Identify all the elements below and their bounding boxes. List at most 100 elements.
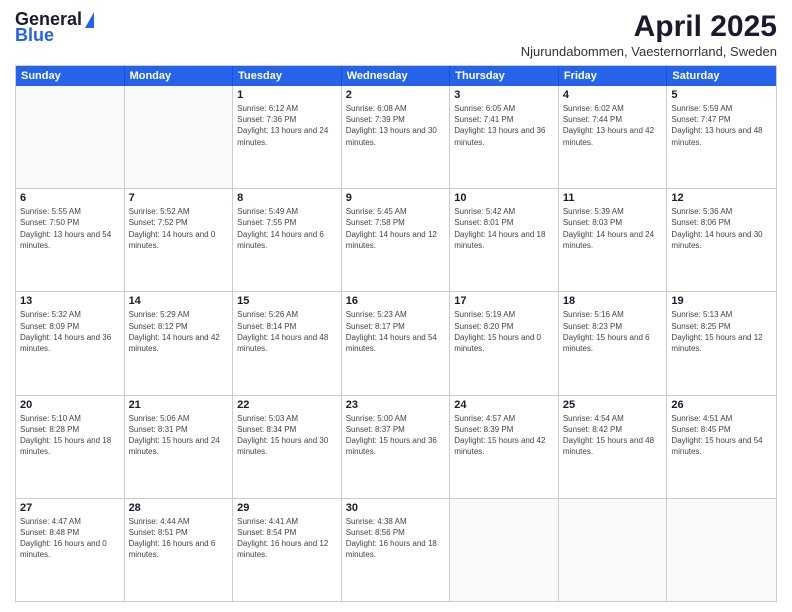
cell-date-number: 25 bbox=[563, 399, 663, 411]
calendar-cell-0-0 bbox=[16, 86, 125, 188]
cell-info-text: Sunrise: 5:39 AM Sunset: 8:03 PM Dayligh… bbox=[563, 206, 663, 251]
calendar-cell-4-3: 30 Sunrise: 4:38 AM Sunset: 8:56 PM Dayli… bbox=[342, 499, 451, 601]
cell-info-text: Sunrise: 6:02 AM Sunset: 7:44 PM Dayligh… bbox=[563, 103, 663, 148]
header-saturday: Saturday bbox=[667, 66, 776, 86]
cell-info-text: Sunrise: 4:44 AM Sunset: 8:51 PM Dayligh… bbox=[129, 516, 229, 561]
cell-date-number: 6 bbox=[20, 192, 120, 204]
cell-date-number: 16 bbox=[346, 295, 446, 307]
title-section: April 2025 Njurundabommen, Vaesternorrla… bbox=[521, 10, 777, 59]
cell-info-text: Sunrise: 4:51 AM Sunset: 8:45 PM Dayligh… bbox=[671, 413, 772, 458]
calendar-cell-4-6 bbox=[667, 499, 776, 601]
cell-date-number: 1 bbox=[237, 89, 337, 101]
calendar-cell-1-4: 10Sunrise: 5:42 AM Sunset: 8:01 PM Dayli… bbox=[450, 189, 559, 291]
page-subtitle: Njurundabommen, Vaesternorrland, Sweden bbox=[521, 44, 777, 59]
page-header: General Blue April 2025 Njurundabommen, … bbox=[15, 10, 777, 59]
cell-date-number: 8 bbox=[237, 192, 337, 204]
cell-date-number: 5 bbox=[671, 89, 772, 101]
cell-date-number: 11 bbox=[563, 192, 663, 204]
cell-info-text: Sunrise: 5:49 AM Sunset: 7:55 PM Dayligh… bbox=[237, 206, 337, 251]
cell-date-number: 30 bbox=[346, 502, 446, 514]
calendar-cell-0-6: 5 Sunrise: 5:59 AM Sunset: 7:47 PM Daylig… bbox=[667, 86, 776, 188]
cell-info-text: Sunrise: 5:00 AM Sunset: 8:37 PM Dayligh… bbox=[346, 413, 446, 458]
cell-info-text: Sunrise: 4:41 AM Sunset: 8:54 PM Dayligh… bbox=[237, 516, 337, 561]
header-tuesday: Tuesday bbox=[233, 66, 342, 86]
cell-info-text: Sunrise: 6:05 AM Sunset: 7:41 PM Dayligh… bbox=[454, 103, 554, 148]
cell-info-text: Sunrise: 5:03 AM Sunset: 8:34 PM Dayligh… bbox=[237, 413, 337, 458]
calendar-header: Sunday Monday Tuesday Wednesday Thursday… bbox=[16, 66, 776, 86]
cell-date-number: 23 bbox=[346, 399, 446, 411]
calendar-cell-1-2: 8 Sunrise: 5:49 AM Sunset: 7:55 PM Daylig… bbox=[233, 189, 342, 291]
cell-info-text: Sunrise: 5:32 AM Sunset: 8:09 PM Dayligh… bbox=[20, 309, 120, 354]
calendar-cell-0-4: 3 Sunrise: 6:05 AM Sunset: 7:41 PM Daylig… bbox=[450, 86, 559, 188]
cell-info-text: Sunrise: 5:59 AM Sunset: 7:47 PM Dayligh… bbox=[671, 103, 772, 148]
cell-date-number: 28 bbox=[129, 502, 229, 514]
cell-info-text: Sunrise: 4:54 AM Sunset: 8:42 PM Dayligh… bbox=[563, 413, 663, 458]
cell-info-text: Sunrise: 5:10 AM Sunset: 8:28 PM Dayligh… bbox=[20, 413, 120, 458]
cell-date-number: 22 bbox=[237, 399, 337, 411]
cell-date-number: 15 bbox=[237, 295, 337, 307]
calendar-cell-2-5: 18 Sunrise: 5:16 AM Sunset: 8:23 PM Dayli… bbox=[559, 292, 668, 394]
calendar-week-2: 6 Sunrise: 5:55 AM Sunset: 7:50 PM Daylig… bbox=[16, 189, 776, 292]
calendar-cell-1-1: 7 Sunrise: 5:52 AM Sunset: 7:52 PM Daylig… bbox=[125, 189, 234, 291]
cell-date-number: 27 bbox=[20, 502, 120, 514]
header-thursday: Thursday bbox=[450, 66, 559, 86]
cell-date-number: 29 bbox=[237, 502, 337, 514]
calendar-cell-3-4: 24Sunrise: 4:57 AM Sunset: 8:39 PM Dayli… bbox=[450, 396, 559, 498]
calendar-cell-1-6: 12 Sunrise: 5:36 AM Sunset: 8:06 PM Dayli… bbox=[667, 189, 776, 291]
cell-date-number: 4 bbox=[563, 89, 663, 101]
calendar-cell-4-2: 29 Sunrise: 4:41 AM Sunset: 8:54 PM Dayli… bbox=[233, 499, 342, 601]
calendar-cell-1-0: 6 Sunrise: 5:55 AM Sunset: 7:50 PM Daylig… bbox=[16, 189, 125, 291]
calendar-cell-2-0: 13 Sunrise: 5:32 AM Sunset: 8:09 PM Dayli… bbox=[16, 292, 125, 394]
cell-date-number: 14 bbox=[129, 295, 229, 307]
cell-date-number: 3 bbox=[454, 89, 554, 101]
cell-date-number: 13 bbox=[20, 295, 120, 307]
logo: General Blue bbox=[15, 10, 94, 44]
calendar-cell-0-1 bbox=[125, 86, 234, 188]
calendar-week-4: 20 Sunrise: 5:10 AM Sunset: 8:28 PM Dayli… bbox=[16, 396, 776, 499]
cell-info-text: Sunrise: 6:12 AM Sunset: 7:36 PM Dayligh… bbox=[237, 103, 337, 148]
calendar-cell-4-1: 28 Sunrise: 4:44 AM Sunset: 8:51 PM Dayli… bbox=[125, 499, 234, 601]
calendar-cell-1-3: 9Sunrise: 5:45 AM Sunset: 7:58 PM Daylig… bbox=[342, 189, 451, 291]
cell-date-number: 17 bbox=[454, 295, 554, 307]
cell-date-number: 18 bbox=[563, 295, 663, 307]
cell-date-number: 24 bbox=[454, 399, 554, 411]
cell-date-number: 19 bbox=[671, 295, 772, 307]
calendar-week-5: 27Sunrise: 4:47 AM Sunset: 8:48 PM Dayli… bbox=[16, 499, 776, 601]
calendar-cell-2-2: 15 Sunrise: 5:26 AM Sunset: 8:14 PM Dayli… bbox=[233, 292, 342, 394]
header-sunday: Sunday bbox=[16, 66, 125, 86]
page-title: April 2025 bbox=[521, 10, 777, 44]
cell-info-text: Sunrise: 6:08 AM Sunset: 7:39 PM Dayligh… bbox=[346, 103, 446, 148]
header-wednesday: Wednesday bbox=[342, 66, 451, 86]
cell-info-text: Sunrise: 5:26 AM Sunset: 8:14 PM Dayligh… bbox=[237, 309, 337, 354]
logo-blue: Blue bbox=[15, 26, 54, 44]
cell-info-text: Sunrise: 5:36 AM Sunset: 8:06 PM Dayligh… bbox=[671, 206, 772, 251]
calendar-cell-0-5: 4 Sunrise: 6:02 AM Sunset: 7:44 PM Daylig… bbox=[559, 86, 668, 188]
calendar-cell-2-3: 16Sunrise: 5:23 AM Sunset: 8:17 PM Dayli… bbox=[342, 292, 451, 394]
calendar-cell-0-2: 1 Sunrise: 6:12 AM Sunset: 7:36 PM Daylig… bbox=[233, 86, 342, 188]
cell-info-text: Sunrise: 5:19 AM Sunset: 8:20 PM Dayligh… bbox=[454, 309, 554, 354]
calendar-cell-3-6: 26 Sunrise: 4:51 AM Sunset: 8:45 PM Dayli… bbox=[667, 396, 776, 498]
cell-info-text: Sunrise: 5:06 AM Sunset: 8:31 PM Dayligh… bbox=[129, 413, 229, 458]
cell-info-text: Sunrise: 5:45 AM Sunset: 7:58 PM Dayligh… bbox=[346, 206, 446, 251]
calendar-cell-4-5 bbox=[559, 499, 668, 601]
cell-date-number: 20 bbox=[20, 399, 120, 411]
header-friday: Friday bbox=[559, 66, 668, 86]
calendar-cell-3-1: 21 Sunrise: 5:06 AM Sunset: 8:31 PM Dayli… bbox=[125, 396, 234, 498]
cell-date-number: 7 bbox=[129, 192, 229, 204]
cell-info-text: Sunrise: 5:16 AM Sunset: 8:23 PM Dayligh… bbox=[563, 309, 663, 354]
cell-info-text: Sunrise: 5:42 AM Sunset: 8:01 PM Dayligh… bbox=[454, 206, 554, 251]
calendar-body: 1 Sunrise: 6:12 AM Sunset: 7:36 PM Daylig… bbox=[16, 86, 776, 601]
calendar-cell-3-3: 23 Sunrise: 5:00 AM Sunset: 8:37 PM Dayli… bbox=[342, 396, 451, 498]
calendar-cell-3-0: 20 Sunrise: 5:10 AM Sunset: 8:28 PM Dayli… bbox=[16, 396, 125, 498]
cell-info-text: Sunrise: 5:52 AM Sunset: 7:52 PM Dayligh… bbox=[129, 206, 229, 251]
cell-info-text: Sunrise: 5:55 AM Sunset: 7:50 PM Dayligh… bbox=[20, 206, 120, 251]
cell-date-number: 21 bbox=[129, 399, 229, 411]
calendar-cell-1-5: 11 Sunrise: 5:39 AM Sunset: 8:03 PM Dayli… bbox=[559, 189, 668, 291]
cell-date-number: 26 bbox=[671, 399, 772, 411]
cell-info-text: Sunrise: 4:38 AM Sunset: 8:56 PM Dayligh… bbox=[346, 516, 446, 561]
calendar-cell-0-3: 2Sunrise: 6:08 AM Sunset: 7:39 PM Daylig… bbox=[342, 86, 451, 188]
calendar-cell-2-4: 17 Sunrise: 5:19 AM Sunset: 8:20 PM Dayli… bbox=[450, 292, 559, 394]
calendar-cell-4-0: 27Sunrise: 4:47 AM Sunset: 8:48 PM Dayli… bbox=[16, 499, 125, 601]
calendar-page: General Blue April 2025 Njurundabommen, … bbox=[0, 0, 792, 612]
cell-date-number: 12 bbox=[671, 192, 772, 204]
